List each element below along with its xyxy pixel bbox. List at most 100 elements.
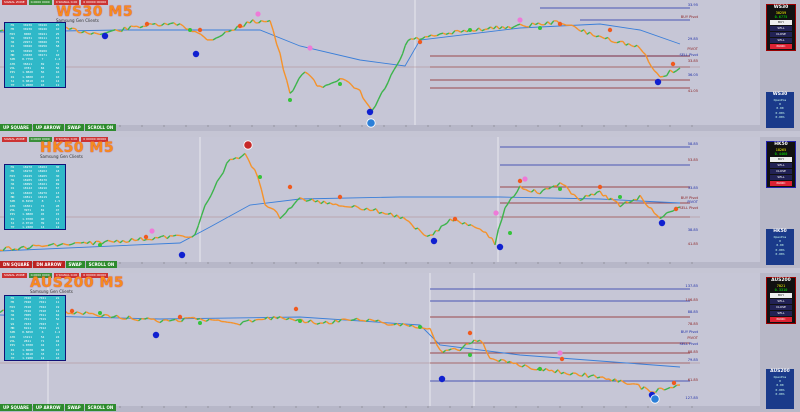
peak-signal-dot (557, 350, 563, 356)
sell-all-button[interactable]: SELL (770, 38, 792, 43)
sell-button[interactable]: SELL (770, 26, 792, 31)
chart-pane-hk50[interactable]: 58.85 53.85 33.85 BUY Pivot PIVOT SELL Pivot 3… (0, 137, 760, 268)
close-button[interactable]: CLOSE (770, 169, 792, 174)
toolbar-button[interactable]: SCROLL ON (84, 404, 117, 411)
price-segment (156, 320, 161, 324)
buy-button[interactable]: BUY (770, 157, 792, 162)
panic-button[interactable]: PANIC (770, 317, 792, 322)
bear-signal-dot (452, 216, 458, 222)
price-segment (269, 20, 274, 32)
price-segment (504, 203, 509, 209)
table-cell: 14 (40, 225, 45, 230)
alert-icon (243, 140, 253, 150)
price-segment (501, 358, 505, 361)
toolbar-button[interactable]: UP SQUARE (0, 124, 32, 131)
price-chart[interactable]: 58.8553.8533.85BUY PivotPIVOTSELL Pivot3… (0, 137, 760, 268)
price-segment (439, 349, 444, 354)
price-segment (473, 339, 478, 343)
close-button[interactable]: CLOSE (770, 305, 792, 310)
sell-all-button[interactable]: SELL (770, 311, 792, 316)
price-segment (245, 319, 250, 322)
panic-button[interactable]: PANIC (770, 181, 792, 186)
price-segment (542, 368, 547, 372)
toolbar-button[interactable]: DN ARROW (33, 261, 65, 268)
price-segment (414, 227, 419, 230)
table-row: TP 1.1900 12 10 (5, 356, 65, 360)
price-segment (295, 318, 299, 322)
bear-signal-dot (287, 184, 293, 190)
price-segment (575, 372, 580, 377)
price-segment (659, 75, 664, 78)
price-segment (228, 29, 232, 33)
price-segment (322, 320, 327, 324)
price-segment (0, 309, 4, 314)
price-scale (700, 273, 760, 406)
level-label: BUY Pivot (681, 330, 699, 334)
price-segment (366, 207, 371, 212)
price-segment (559, 182, 564, 186)
price-segment (197, 32, 202, 36)
price-segment (272, 30, 278, 45)
toolbar-button[interactable]: SWAP (64, 124, 84, 131)
price-segment (590, 374, 595, 377)
price-segment (314, 200, 319, 203)
price-segment (342, 78, 347, 82)
price-segment (255, 318, 259, 321)
price-segment (273, 209, 278, 213)
chart-pane-ws30[interactable]: 33.95 BUY Pivot 29.85 PIVOT SELL Pivot 33.85 3… (0, 0, 760, 131)
price-segment (533, 189, 538, 194)
price-segment (92, 312, 96, 316)
toolbar-button[interactable]: UP ARROW (32, 404, 64, 411)
sell-all-button[interactable]: SELL (770, 175, 792, 180)
price-segment (458, 221, 463, 225)
price-segment (357, 206, 362, 210)
price-segment (371, 105, 376, 112)
price-segment (623, 381, 628, 385)
price-segment (439, 32, 444, 35)
close-button[interactable]: CLOSE (770, 32, 792, 37)
timeframe-table: M1 7020 7021 21 M5 7020 7021 11 M15 7018 7022 19 H1 7… (4, 295, 66, 362)
price-segment (653, 212, 658, 216)
price-segment (362, 319, 367, 322)
price-segment (449, 218, 454, 222)
price-segment (365, 318, 370, 322)
table-cell: 12 (40, 356, 45, 361)
price-segment (83, 241, 88, 245)
price-segment (463, 29, 468, 33)
level-label: 41.05 (688, 89, 698, 93)
price-segment (560, 371, 565, 375)
price-segment (72, 27, 76, 30)
table-cell: TP (10, 83, 15, 88)
buy-button[interactable]: BUY (770, 20, 792, 25)
price-segment (73, 311, 78, 315)
sell-button[interactable]: SELL (770, 163, 792, 168)
toolbar-button[interactable]: UP ARROW (32, 124, 64, 131)
buy-button[interactable]: BUY (770, 293, 792, 298)
price-segment (451, 30, 456, 35)
sell-button[interactable]: SELL (770, 299, 792, 304)
price-segment (288, 207, 292, 210)
toolbar-button[interactable]: SCROLL ON (84, 124, 117, 131)
price-segment (647, 61, 653, 67)
bull-signal-dot (618, 195, 622, 199)
toolbar-button[interactable]: SWAP (64, 404, 84, 411)
price-segment (535, 22, 539, 26)
price-chart[interactable]: 137.85 106.85 88.85 78.85 BUY Pivot PIVOT SELL… (0, 273, 760, 412)
chart-pane-aus200[interactable]: 137.85 106.85 88.85 78.85 BUY Pivot PIVOT SELL… (0, 273, 760, 412)
price-segment (276, 212, 281, 219)
price-segment (510, 195, 515, 199)
toolbar-button[interactable]: SCROLL ON (85, 261, 118, 268)
price-segment (84, 30, 89, 34)
toolbar-button[interactable]: SWAP (65, 261, 85, 268)
price-segment (617, 379, 622, 383)
bear-signal-dot (337, 194, 343, 200)
price-segment (282, 69, 288, 81)
table-cell: 1.1900 (22, 356, 33, 361)
toolbar-button[interactable]: UP SQUARE (0, 404, 32, 411)
price-segment (405, 219, 410, 223)
position-panel: HK50 OpenPos 0 0.00 0.00% 0.00% (766, 229, 794, 265)
toolbar-button[interactable]: DN SQUARE (0, 261, 33, 268)
panic-button[interactable]: PANIC (770, 44, 792, 49)
price-segment (446, 218, 451, 224)
price-segment (351, 204, 355, 208)
